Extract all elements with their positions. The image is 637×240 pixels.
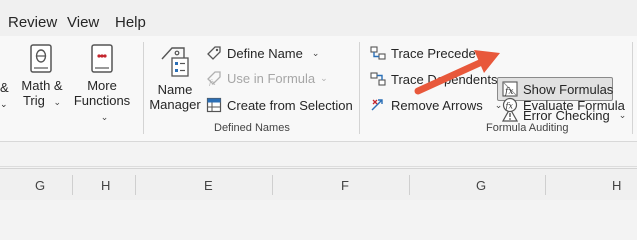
column-headers: G H E F G H (0, 168, 637, 200)
column-header[interactable]: E (204, 178, 213, 193)
column-header[interactable]: H (101, 178, 110, 193)
column-header[interactable]: G (476, 178, 486, 193)
column-divider (409, 175, 410, 195)
column-header[interactable]: H (612, 178, 621, 193)
column-divider (72, 175, 73, 195)
column-header[interactable]: F (341, 178, 349, 193)
column-divider (545, 175, 546, 195)
column-divider (135, 175, 136, 195)
formula-bar-strip (0, 143, 637, 167)
column-divider (272, 175, 273, 195)
column-header[interactable]: G (35, 178, 45, 193)
